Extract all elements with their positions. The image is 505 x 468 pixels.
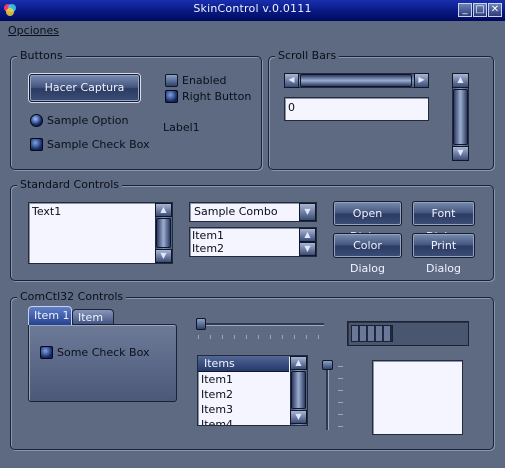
enabled-label: Enabled bbox=[182, 74, 227, 87]
text1-textarea[interactable]: Text1 bbox=[28, 202, 173, 264]
color-dialog-button[interactable]: Color Dialog bbox=[333, 233, 402, 275]
listview-up-arrow-icon[interactable]: ▲ bbox=[290, 356, 307, 370]
standard-listbox[interactable]: Item1 Item2 bbox=[189, 227, 317, 257]
comctl-group-title: ComCtl32 Controls bbox=[17, 290, 127, 303]
scroll-value-field[interactable]: 0 bbox=[284, 97, 429, 121]
textarea-up-arrow-icon[interactable]: ▲ bbox=[155, 203, 172, 217]
maximize-button[interactable]: □ bbox=[473, 3, 487, 17]
menu-opciones[interactable]: Opciones bbox=[8, 24, 59, 37]
minimize-button[interactable]: _ bbox=[458, 3, 472, 17]
progress-fill bbox=[351, 325, 393, 342]
vertical-slider-ticks bbox=[338, 366, 343, 432]
combo-dropdown-arrow-icon[interactable]: ▼ bbox=[299, 203, 316, 221]
label1: Label1 bbox=[163, 121, 200, 134]
text1-content: Text1 bbox=[32, 205, 62, 218]
close-button[interactable]: ✕ bbox=[488, 3, 502, 17]
textarea-scroll-thumb[interactable] bbox=[156, 218, 171, 248]
horizontal-slider-track[interactable] bbox=[198, 323, 324, 326]
tab-panel bbox=[28, 324, 177, 402]
list-item[interactable]: Item1 bbox=[192, 229, 314, 242]
scroll-left-arrow-icon[interactable]: ◀ bbox=[284, 73, 299, 88]
open-dialog-button[interactable]: Open Dialog bbox=[333, 201, 402, 243]
horizontal-scroll-thumb[interactable] bbox=[300, 74, 412, 87]
listbox-down-arrow-icon[interactable]: ▼ bbox=[299, 242, 316, 256]
list-item[interactable]: Item2 bbox=[192, 242, 314, 255]
some-check-box-label[interactable]: Some Check Box bbox=[57, 346, 149, 359]
tab-item-2[interactable]: Item 2 bbox=[72, 309, 114, 339]
enabled-glyph-button[interactable] bbox=[165, 74, 178, 87]
menu-bar bbox=[0, 21, 505, 40]
scroll-up-arrow-icon[interactable]: ▲ bbox=[452, 73, 469, 88]
listview-scroll-thumb[interactable] bbox=[291, 371, 306, 409]
vertical-scroll-thumb[interactable] bbox=[453, 89, 468, 145]
standard-controls-title: Standard Controls bbox=[17, 178, 123, 191]
vertical-slider-track[interactable] bbox=[326, 366, 329, 430]
blank-panel bbox=[372, 360, 463, 435]
right-button-glyph[interactable] bbox=[165, 90, 178, 103]
slider-ticks bbox=[198, 335, 324, 339]
buttons-group-title: Buttons bbox=[17, 49, 66, 62]
listview-down-arrow-icon[interactable]: ▼ bbox=[290, 410, 307, 424]
sample-check-box[interactable] bbox=[30, 138, 43, 151]
tab-item-1[interactable]: Item 1 bbox=[28, 306, 72, 325]
right-button-label: Right Button bbox=[182, 90, 252, 103]
sample-check-box-label[interactable]: Sample Check Box bbox=[47, 138, 150, 151]
vertical-slider-thumb[interactable] bbox=[322, 360, 333, 370]
listbox-up-arrow-icon[interactable]: ▲ bbox=[299, 228, 316, 242]
scroll-down-arrow-icon[interactable]: ▼ bbox=[452, 146, 469, 161]
scroll-right-arrow-icon[interactable]: ▶ bbox=[414, 73, 429, 88]
combo-value: Sample Combo bbox=[194, 205, 278, 218]
sample-combo[interactable]: Sample Combo bbox=[189, 202, 317, 222]
scrollbars-group-title: Scroll Bars bbox=[275, 49, 340, 62]
print-dialog-button[interactable]: Print Dialog bbox=[412, 233, 475, 275]
capture-button[interactable]: Hacer Captura bbox=[29, 74, 140, 102]
sample-option-label[interactable]: Sample Option bbox=[47, 114, 128, 127]
window-title: SkinControl v.0.0111 bbox=[193, 2, 312, 15]
sample-option-radio[interactable] bbox=[30, 114, 43, 127]
horizontal-slider-thumb[interactable] bbox=[196, 318, 206, 330]
some-check-box[interactable] bbox=[40, 346, 53, 359]
listview-header[interactable]: Items bbox=[198, 356, 289, 372]
font-dialog-button[interactable]: Font Dialog bbox=[412, 201, 475, 243]
textarea-down-arrow-icon[interactable]: ▼ bbox=[155, 249, 172, 263]
